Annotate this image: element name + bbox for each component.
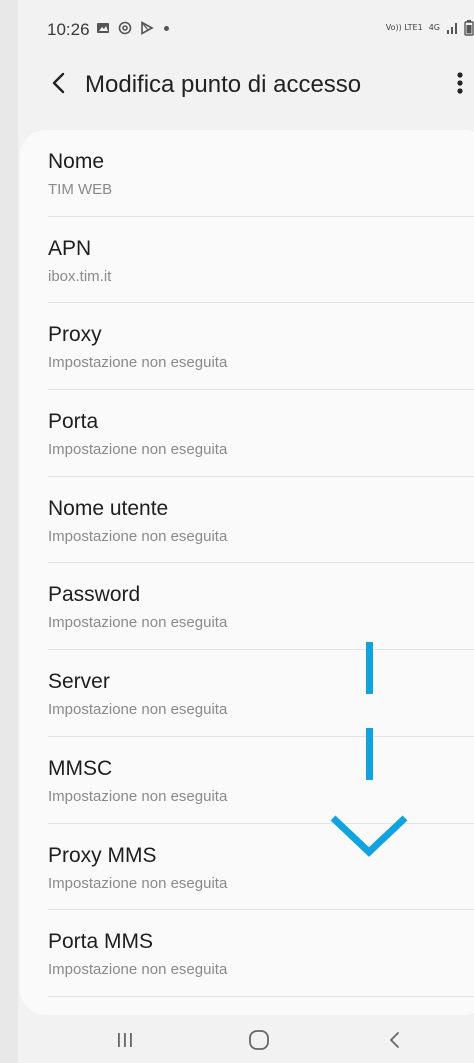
apn-fields-list: Nome TIM WEB APN ibox.tim.it Proxy Impos… xyxy=(20,130,474,997)
field-label: Proxy xyxy=(48,323,102,347)
field-label: Password xyxy=(48,583,141,607)
signal-icon xyxy=(447,23,457,34)
at-sign-icon xyxy=(118,21,132,35)
field-label: APN xyxy=(48,236,92,260)
field-nome-utente[interactable]: Nome utente Impostazione non eseguita xyxy=(20,477,474,564)
home-icon[interactable] xyxy=(244,1025,274,1055)
field-value: Impostazione non eseguita xyxy=(48,787,228,805)
navigation-bar xyxy=(18,1015,474,1063)
field-value: Impostazione non eseguita xyxy=(48,614,228,632)
4g-icon: 4G xyxy=(428,23,440,32)
field-value: Impostazione non eseguita xyxy=(48,441,228,459)
field-porta-mms[interactable]: Porta MMS Impostazione non eseguita xyxy=(20,910,474,997)
app-bar: Modifica punto di accesso xyxy=(18,58,474,110)
status-icons-right: Vo)) LTE1 4G xyxy=(386,20,474,36)
field-value: Impostazione non eseguita xyxy=(48,527,228,545)
field-apn[interactable]: APN ibox.tim.it xyxy=(20,217,474,304)
settings-card: Nome TIM WEB APN ibox.tim.it Proxy Impos… xyxy=(20,130,474,1015)
volte-icon: Vo)) LTE1 xyxy=(385,23,423,32)
field-label: MMSC xyxy=(48,756,113,780)
battery-icon xyxy=(464,20,474,36)
status-time: 10:26 xyxy=(47,20,90,39)
notification-dot-icon xyxy=(164,25,169,31)
back-button[interactable] xyxy=(44,68,74,98)
page-title: Modifica punto di accesso xyxy=(85,71,362,98)
field-value: Impostazione non eseguita xyxy=(48,701,228,719)
field-label: Porta xyxy=(48,410,99,434)
field-proxy[interactable]: Proxy Impostazione non eseguita xyxy=(20,303,474,390)
field-value: Impostazione non eseguita xyxy=(48,874,228,892)
more-options-icon[interactable] xyxy=(448,68,472,98)
field-label: Porta MMS xyxy=(48,930,154,954)
field-label: Nome utente xyxy=(48,496,169,520)
field-nome[interactable]: Nome TIM WEB xyxy=(20,130,474,217)
field-password[interactable]: Password Impostazione non eseguita xyxy=(20,563,474,650)
play-store-icon xyxy=(141,21,154,35)
recents-icon[interactable] xyxy=(110,1025,140,1055)
field-value: ibox.tim.it xyxy=(48,267,112,285)
field-label: Nome xyxy=(48,150,105,173)
screen: 10:26 Vo)) LTE1 4G Modifica punto di acc… xyxy=(18,0,474,1063)
scroll-down-indicator-icon xyxy=(330,642,408,857)
status-icons-left xyxy=(96,21,169,35)
field-porta[interactable]: Porta Impostazione non eseguita xyxy=(20,390,474,477)
field-value: TIM WEB xyxy=(48,181,113,198)
field-label: Server xyxy=(48,670,110,694)
field-value: Impostazione non eseguita xyxy=(48,961,228,979)
status-bar: 10:26 Vo)) LTE1 4G xyxy=(18,0,474,64)
field-value: Impostazione non eseguita xyxy=(48,354,228,372)
field-label: Proxy MMS xyxy=(48,843,157,867)
gallery-icon xyxy=(97,23,109,33)
back-icon[interactable] xyxy=(380,1025,410,1055)
